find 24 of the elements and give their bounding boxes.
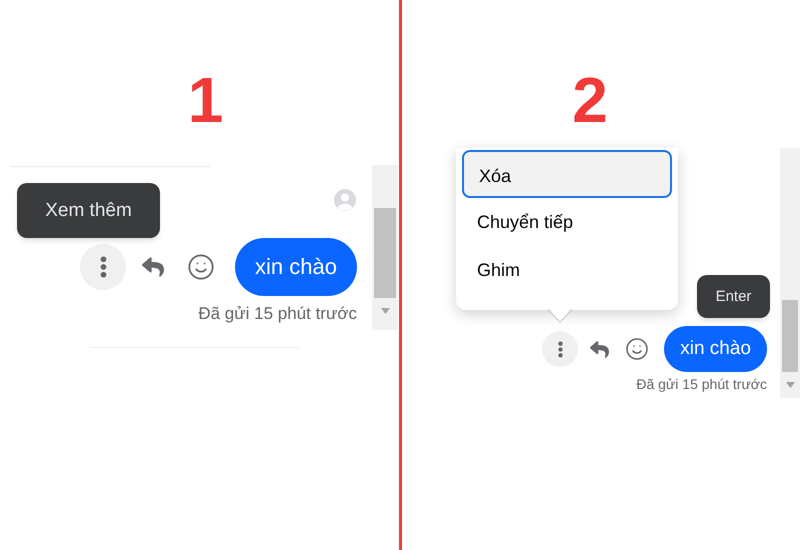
smiley-icon[interactable]	[187, 253, 216, 281]
tooltip: Enter	[697, 275, 770, 318]
message-bubble: xin chào	[664, 326, 767, 372]
sent-status: Đã gửi 15 phút trước	[198, 303, 357, 325]
sent-status: Đã gửi 15 phút trước	[636, 375, 767, 394]
more-icon	[558, 340, 563, 358]
avatar-icon	[334, 189, 356, 211]
scrollbar[interactable]	[372, 165, 398, 330]
menu-item[interactable]: Xóa	[462, 150, 672, 198]
message-bubble: xin chào	[235, 238, 357, 296]
more-button[interactable]	[542, 331, 578, 367]
step-number: 1	[188, 70, 224, 130]
scrollbar-thumb[interactable]	[374, 208, 396, 298]
step-number: 2	[572, 70, 608, 130]
menu-item[interactable]: Chuyển tiếp	[462, 198, 672, 246]
tooltip: Xem thêm	[17, 183, 160, 238]
scrollbar-thumb[interactable]	[782, 300, 798, 372]
reply-icon[interactable]	[589, 340, 610, 358]
reply-icon[interactable]	[141, 256, 166, 278]
more-button[interactable]	[80, 244, 126, 290]
menu-item[interactable]: Ghim	[462, 246, 672, 294]
more-icon	[100, 256, 107, 278]
scrollbar[interactable]	[780, 148, 800, 398]
smiley-icon[interactable]	[625, 337, 650, 361]
